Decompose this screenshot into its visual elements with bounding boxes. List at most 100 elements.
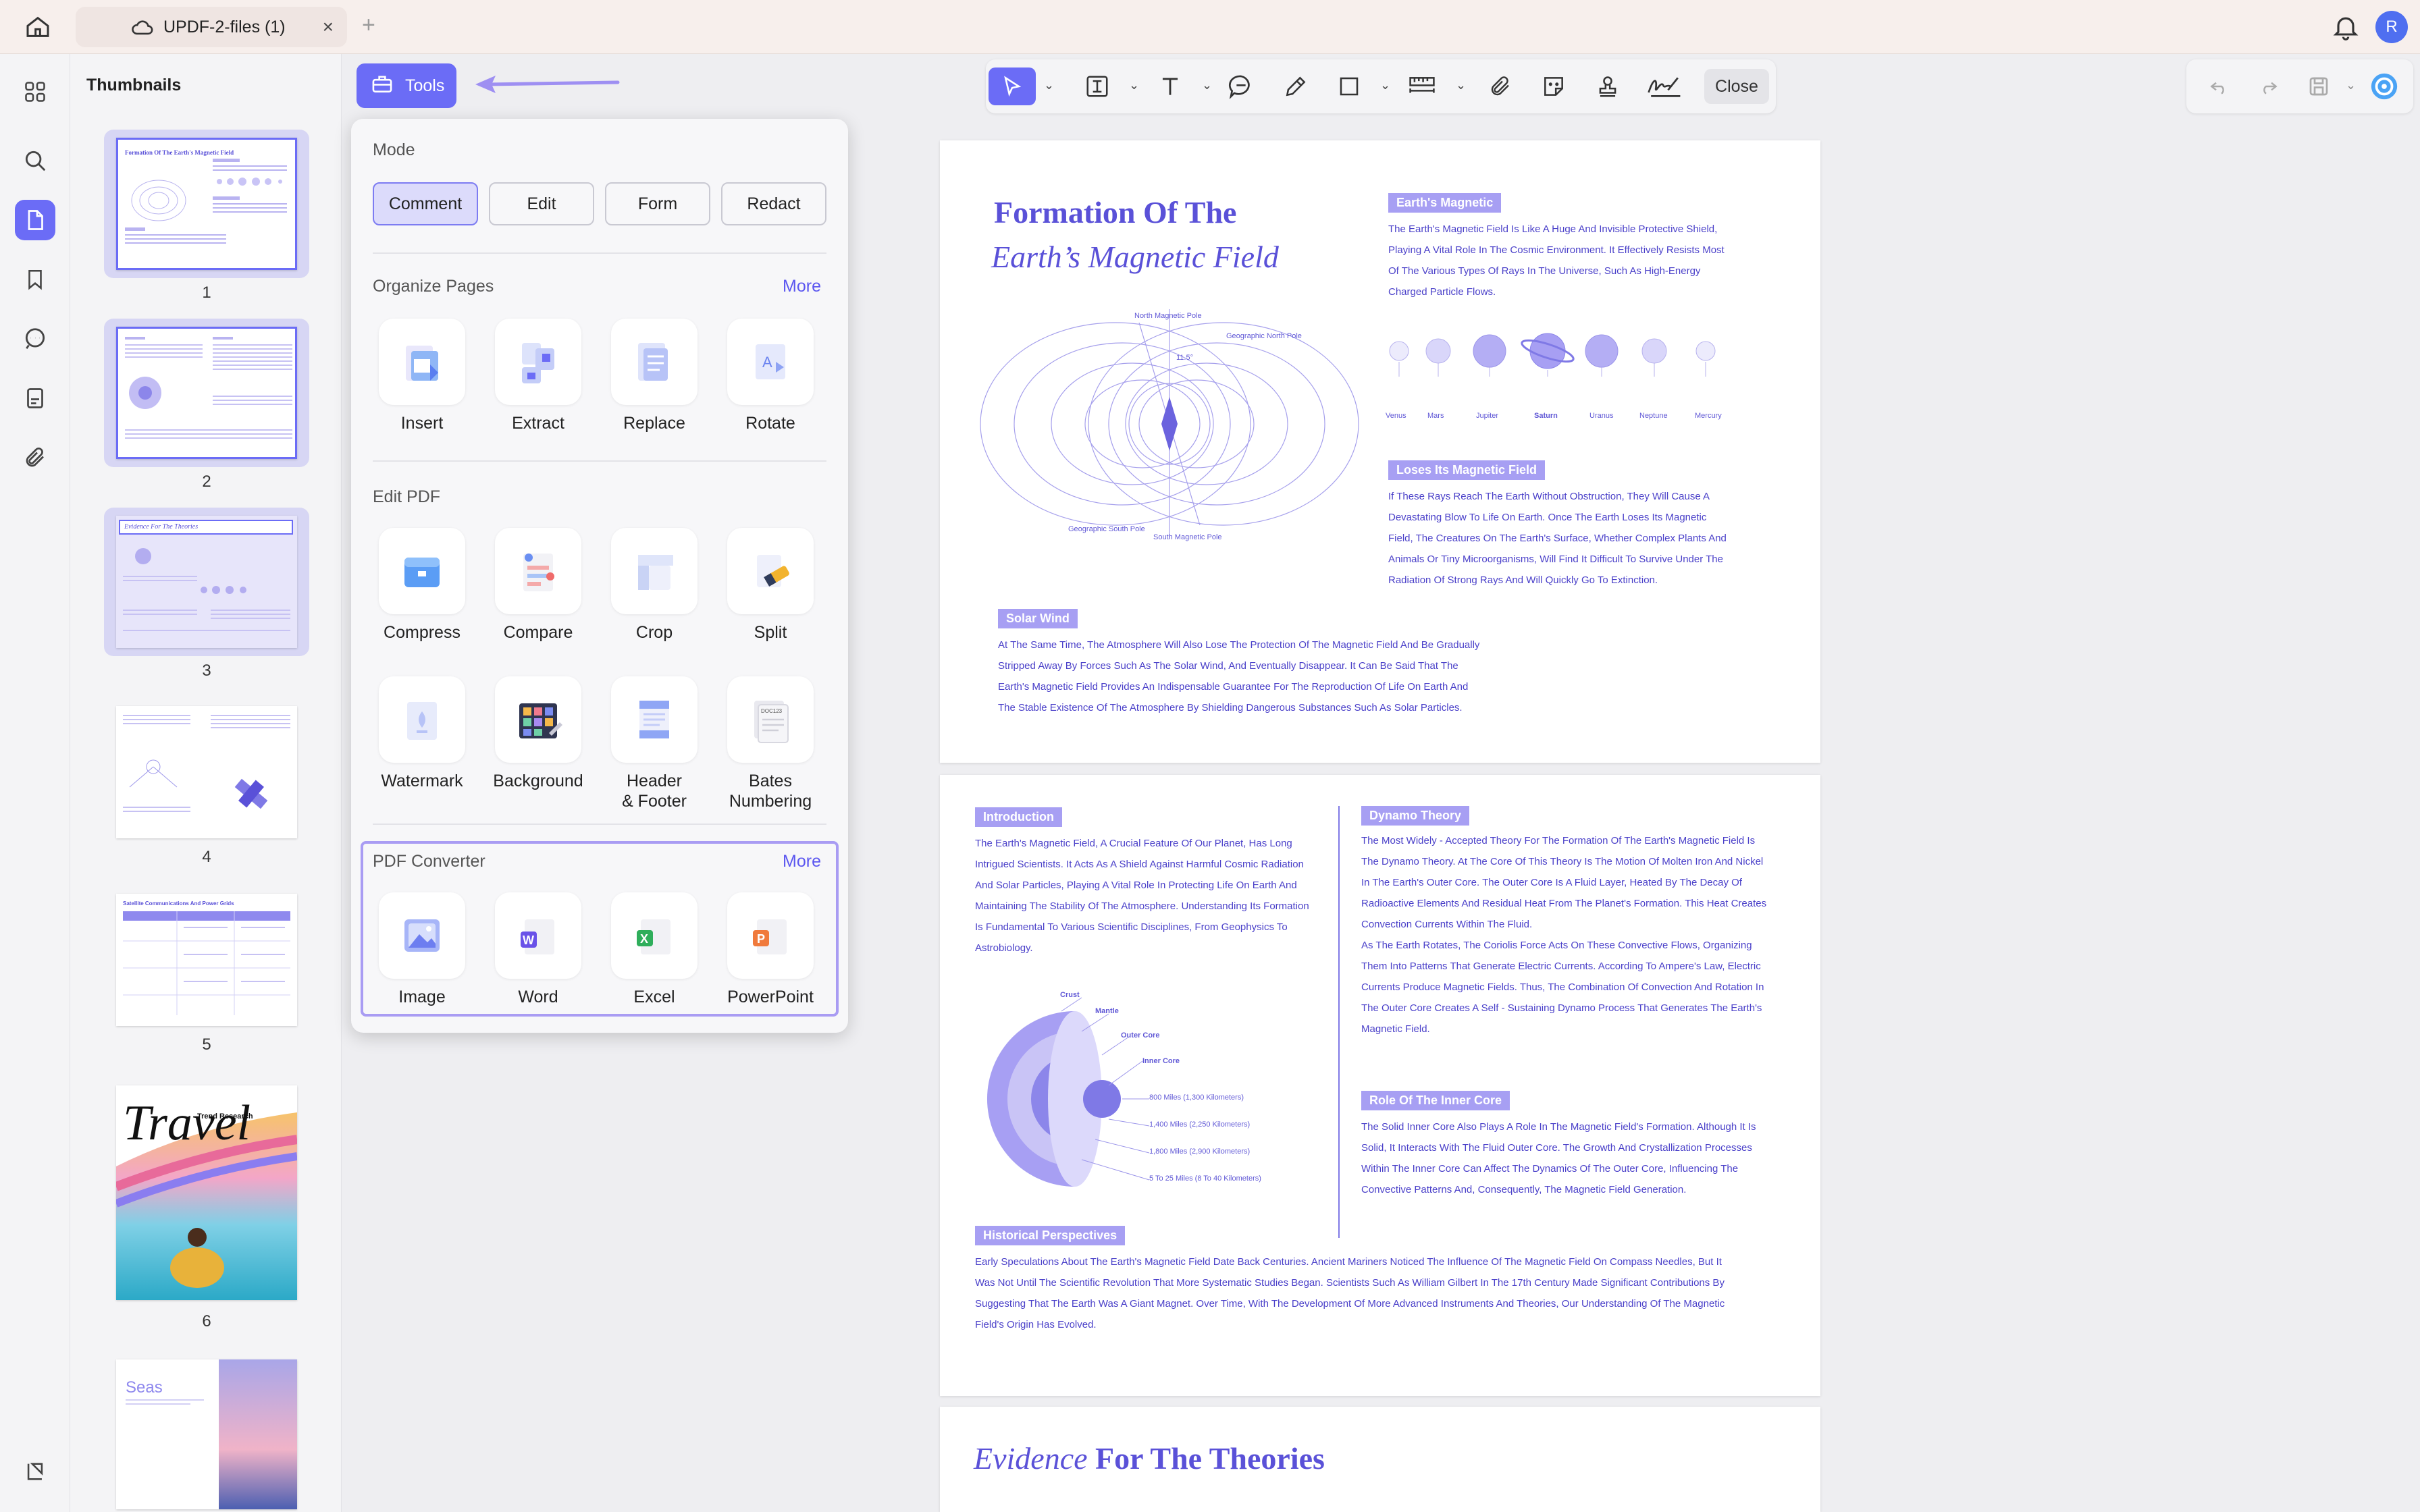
planet-label: Uranus — [1589, 412, 1614, 420]
divider — [373, 460, 826, 462]
select-icon[interactable] — [989, 68, 1036, 105]
redo-icon[interactable] — [2258, 68, 2280, 105]
magnetic-field-diagram — [980, 309, 1359, 539]
compress-tool[interactable]: Compress — [365, 528, 479, 643]
tool-label: Split — [754, 623, 787, 642]
diagram-label-geographic-south: Geographic South Pole — [1068, 525, 1145, 533]
diagram-label-geographic-north: Geographic North Pole — [1226, 332, 1302, 340]
thumb-title: Evidence For The Theories — [119, 520, 293, 535]
convert-powerpoint-tool[interactable]: P PowerPoint — [713, 892, 828, 1007]
crop-tool[interactable]: Crop — [597, 528, 712, 643]
tool-label: Bates Numbering — [729, 772, 812, 811]
left-rail — [0, 54, 70, 1512]
user-avatar[interactable]: R — [2375, 11, 2408, 43]
thumbnail-page-4[interactable] — [104, 698, 309, 846]
converter-more-link[interactable]: More — [783, 852, 821, 871]
document-page-3: Evidence For The Theories — [940, 1407, 1820, 1512]
tool-label: Compress — [384, 623, 461, 642]
page-title-line2: Earth’s Magnetic Field — [991, 240, 1279, 274]
textbox-icon[interactable] — [1084, 68, 1110, 105]
add-tab-button[interactable]: + — [362, 12, 375, 38]
thumbnail-page-7[interactable]: Seas — [104, 1351, 309, 1512]
pencil-icon[interactable] — [1283, 68, 1309, 105]
thumbnail-page-1[interactable]: Formation Of The Earth's Magnetic Field — [104, 130, 309, 278]
thumbnail-image: Satellite Communications And Power Grids — [116, 894, 297, 1026]
stamp-icon[interactable] — [1595, 68, 1621, 105]
thumbnail-page-5[interactable]: Satellite Communications And Power Grids — [104, 886, 309, 1033]
tool-label: Watermark — [381, 772, 463, 790]
core-depth: 1,400 Miles (2,250 Kilometers) — [1149, 1120, 1251, 1129]
convert-image-tool[interactable]: Image — [365, 892, 479, 1007]
mode-comment-button[interactable]: Comment — [373, 182, 478, 225]
title-bar: UPDF-2-files (1) × + R — [0, 0, 2420, 54]
chevron-down-icon[interactable]: ⌄ — [1380, 78, 1390, 92]
compare-tool[interactable]: Compare — [481, 528, 596, 643]
mode-edit-button[interactable]: Edit — [489, 182, 594, 225]
close-button[interactable]: Close — [1704, 69, 1769, 104]
section-tag-loses-magnetic: Loses Its Magnetic Field — [1388, 460, 1546, 480]
paragraph-dynamo-theory: The Most Widely - Accepted Theory For Th… — [1361, 835, 1767, 1035]
chevron-down-icon[interactable]: ⌄ — [1129, 78, 1139, 92]
undo-icon[interactable] — [2208, 68, 2230, 105]
thumbnail-image: Evidence For The Theories — [116, 516, 297, 648]
sticker-icon[interactable] — [1541, 68, 1567, 105]
ai-assistant-icon[interactable] — [2369, 68, 2400, 105]
signature-icon[interactable] — [1646, 68, 1683, 105]
column-divider — [1338, 806, 1340, 1238]
thumbnail-page-2[interactable] — [104, 319, 309, 467]
attachment-icon[interactable] — [15, 437, 55, 478]
watermark-tool[interactable]: Watermark — [365, 676, 479, 791]
pointer-arrow-icon — [475, 76, 620, 93]
background-tool[interactable]: Background — [481, 676, 596, 791]
notification-bell-icon[interactable] — [2331, 12, 2361, 42]
rotate-tool[interactable]: A Rotate — [713, 319, 828, 433]
section-tag-earths-magnetic: Earth's Magnetic — [1388, 193, 1502, 213]
measure-icon[interactable] — [1407, 68, 1437, 105]
organize-more-link[interactable]: More — [783, 277, 821, 296]
convert-excel-tool[interactable]: X Excel — [597, 892, 712, 1007]
paragraph-introduction: The Earth's Magnetic Field, A Crucial Fe… — [975, 838, 1309, 954]
comment-icon[interactable] — [1228, 68, 1255, 105]
mode-form-button[interactable]: Form — [605, 182, 710, 225]
thumb-subtitle: Trend Research — [197, 1112, 253, 1120]
attachment-icon[interactable] — [1488, 68, 1512, 105]
core-depth: 1,800 Miles (2,900 Kilometers) — [1149, 1148, 1251, 1156]
header-footer-icon — [611, 676, 698, 763]
chevron-down-icon[interactable]: ⌄ — [1456, 78, 1466, 92]
split-tool[interactable]: Split — [713, 528, 828, 643]
shape-icon[interactable] — [1337, 68, 1361, 105]
thumbnail-page-6[interactable]: Travel Trend Research — [104, 1077, 309, 1308]
save-icon[interactable] — [2307, 68, 2331, 105]
document-tab[interactable]: UPDF-2-files (1) × — [76, 7, 347, 47]
insert-tool[interactable]: Insert — [365, 319, 479, 433]
text-icon[interactable] — [1157, 68, 1183, 105]
right-toolbar: ⌄ — [2186, 59, 2413, 113]
thumbnail-number: 6 — [202, 1312, 211, 1330]
thumbnail-number: 2 — [202, 473, 211, 491]
apps-grid-icon[interactable] — [15, 72, 55, 112]
convert-word-tool[interactable]: W Word — [481, 892, 596, 1007]
home-icon[interactable] — [20, 12, 55, 42]
extract-tool[interactable]: Extract — [481, 319, 596, 433]
thumbnails-icon[interactable] — [15, 200, 55, 240]
document-page-1: Formation Of The Earth’s Magnetic Field … — [940, 140, 1820, 763]
planet-label: Venus — [1386, 412, 1406, 420]
bates-numbering-tool[interactable]: DOC123 Bates Numbering — [713, 676, 828, 811]
comments-icon[interactable] — [15, 319, 55, 359]
crop-icon — [611, 528, 698, 614]
tool-label: Image — [398, 988, 446, 1006]
header-footer-tool[interactable]: Header & Footer — [597, 676, 712, 811]
tool-label: PowerPoint — [727, 988, 814, 1006]
bookmark-icon[interactable] — [15, 259, 55, 300]
chevron-down-icon[interactable]: ⌄ — [1044, 78, 1054, 92]
search-icon[interactable] — [15, 140, 55, 181]
form-fields-icon[interactable] — [15, 378, 55, 418]
replace-tool[interactable]: Replace — [597, 319, 712, 433]
tab-close-button[interactable]: × — [323, 16, 334, 38]
layers-icon[interactable] — [15, 1451, 55, 1492]
thumbnail-page-3[interactable]: Evidence For The Theories — [104, 508, 309, 656]
tools-button[interactable]: Tools — [357, 63, 456, 108]
mode-redact-button[interactable]: Redact — [721, 182, 826, 225]
chevron-down-icon[interactable]: ⌄ — [2346, 78, 2356, 92]
chevron-down-icon[interactable]: ⌄ — [1202, 78, 1212, 92]
